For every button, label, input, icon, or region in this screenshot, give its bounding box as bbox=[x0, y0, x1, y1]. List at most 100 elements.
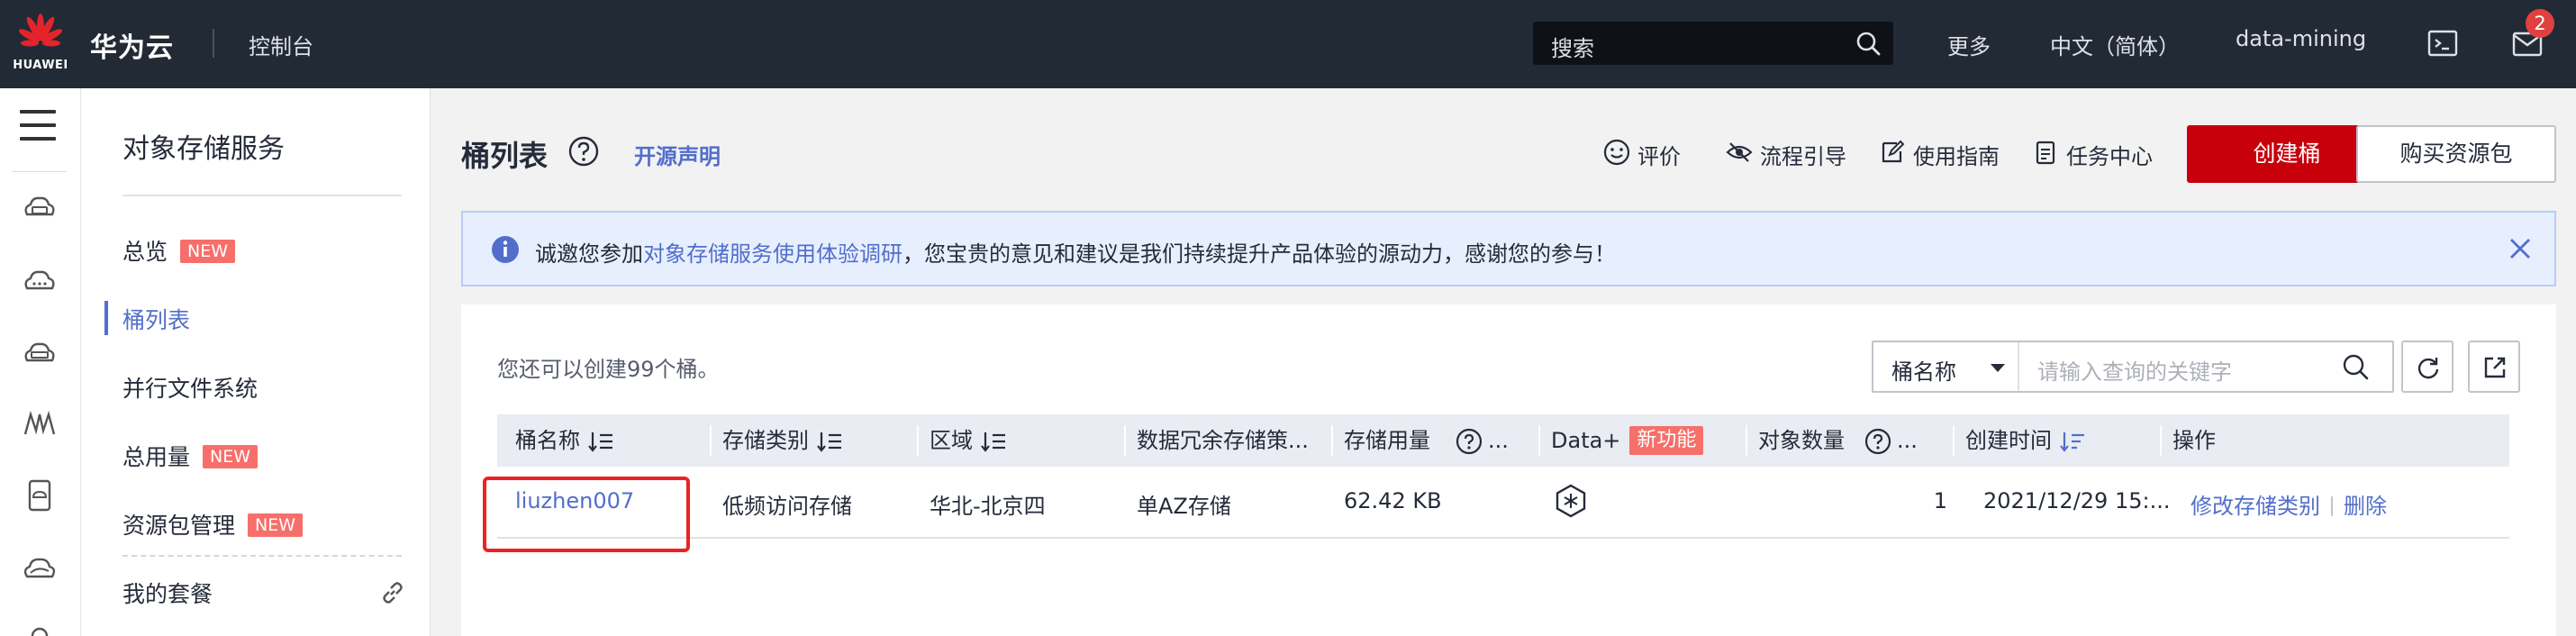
eye-icon bbox=[1726, 142, 1753, 162]
more-service-icon[interactable] bbox=[20, 616, 59, 636]
created-time-cell: 2021/12/29 15:... bbox=[1983, 488, 2171, 513]
divider bbox=[122, 195, 402, 196]
refresh-button[interactable] bbox=[2401, 341, 2454, 393]
storage-service-icon[interactable] bbox=[20, 476, 59, 515]
active-indicator bbox=[104, 301, 108, 335]
open-source-link[interactable]: 开源声明 bbox=[634, 139, 721, 170]
console-link[interactable]: 控制台 bbox=[249, 29, 313, 60]
divider bbox=[13, 171, 67, 172]
column-truncation: ... bbox=[1897, 428, 1918, 453]
sidebar-item-my-package[interactable]: 我的套餐 bbox=[122, 577, 213, 609]
column-label: 存储类别 bbox=[722, 428, 809, 453]
storage-class-cell: 低频访问存储 bbox=[722, 494, 852, 519]
more-menu[interactable]: 更多 bbox=[1947, 29, 1991, 60]
col-region[interactable]: 区域 bbox=[917, 414, 1007, 467]
page-title: 桶列表 bbox=[461, 139, 549, 173]
column-label: 操作 bbox=[2172, 428, 2216, 453]
language-selector[interactable]: 中文（简体） bbox=[2050, 29, 2180, 60]
object-count-cell: 1 bbox=[1933, 488, 1947, 513]
filter-field-value: 桶名称 bbox=[1891, 359, 1956, 385]
network-service-icon[interactable] bbox=[20, 404, 59, 443]
database-service-icon[interactable] bbox=[20, 333, 59, 373]
column-label: 存储用量 bbox=[1344, 428, 1430, 453]
modify-storage-class-link[interactable]: 修改存储类别 bbox=[2191, 494, 2320, 519]
column-label: Data+ bbox=[1551, 428, 1621, 453]
buy-package-button[interactable]: 购买资源包 bbox=[2356, 125, 2556, 183]
usage-cell: 62.42 KB bbox=[1344, 488, 1442, 513]
sidebar-item-package-mgmt[interactable]: 资源包管理 NEW bbox=[122, 508, 304, 541]
search-placeholder: 搜索 bbox=[1551, 36, 1594, 61]
col-object-count: 对象数量... bbox=[1746, 414, 1918, 467]
smile-icon bbox=[1603, 139, 1630, 166]
help-icon[interactable] bbox=[1864, 428, 1891, 455]
service-title: 对象存储服务 bbox=[122, 133, 285, 165]
export-button[interactable] bbox=[2468, 341, 2520, 393]
sidebar-item-label: 我的套餐 bbox=[122, 581, 213, 607]
survey-notice-banner: 诚邀您参加对象存储服务使用体验调研，您宝贵的意见和建议是我们持续提升产品体验的源… bbox=[461, 211, 2556, 286]
caret-down-icon bbox=[1991, 364, 2005, 372]
mail-count-badge: 2 bbox=[2526, 9, 2554, 38]
menu-icon[interactable] bbox=[20, 110, 56, 141]
table-row: liuzhen007 低频访问存储 华北-北京四 单AZ存储 62.42 KB … bbox=[497, 467, 2509, 539]
col-storage-class[interactable]: 存储类别 bbox=[710, 414, 843, 467]
search-icon[interactable] bbox=[1855, 31, 1881, 56]
sidebar-item-label: 总用量 bbox=[122, 444, 191, 470]
sidebar-item-label: 桶列表 bbox=[122, 307, 191, 333]
edit-doc-icon bbox=[1882, 140, 1905, 163]
col-bucket-name[interactable]: 桶名称 bbox=[515, 414, 614, 467]
global-search-input[interactable]: 搜索 bbox=[1533, 22, 1893, 65]
operations-cell: 修改存储类别 删除 bbox=[2191, 488, 2387, 520]
bucket-quota-text: 您还可以创建99个桶。 bbox=[497, 357, 720, 382]
redundancy-cell: 单AZ存储 bbox=[1137, 494, 1231, 519]
sidebar-item-parallel-fs[interactable]: 并行文件系统 bbox=[122, 371, 258, 404]
sort-desc-icon[interactable] bbox=[2059, 430, 2086, 453]
clipboard-icon bbox=[2036, 141, 2055, 165]
survey-link[interactable]: 对象存储服务使用体验调研 bbox=[643, 241, 903, 267]
filter-field-select[interactable]: 桶名称 bbox=[1873, 342, 2019, 391]
highlight-annotation-box bbox=[483, 477, 690, 552]
bucket-list-card: 您还可以创建99个桶。 桶名称 请输入查询的关键字 桶名称 存储类别 区域 数据… bbox=[461, 304, 2556, 636]
notice-text: 诚邀您参加对象存储服务使用体验调研，您宝贵的意见和建议是我们持续提升产品体验的源… bbox=[535, 236, 1616, 268]
obs-sidebar: 对象存储服务 总览 NEW 桶列表 并行文件系统 总用量 NEW 资源包管理 NEW … bbox=[81, 88, 431, 636]
col-created-time[interactable]: 创建时间 bbox=[1953, 414, 2086, 467]
col-operations: 操作 bbox=[2160, 414, 2216, 467]
new-badge: NEW bbox=[180, 240, 236, 263]
user-account[interactable]: data-mining bbox=[2236, 26, 2366, 51]
sidebar-item-label: 总览 bbox=[122, 239, 168, 265]
column-label: 创建时间 bbox=[1965, 428, 2052, 453]
sort-icon[interactable] bbox=[816, 430, 843, 453]
sidebar-item-label: 并行文件系统 bbox=[122, 376, 259, 402]
top-navigation-bar: HUAWEI 华为云 控制台 搜索 更多 中文（简体） data-mining … bbox=[0, 0, 2576, 88]
sidebar-item-overview[interactable]: 总览 NEW bbox=[122, 234, 236, 267]
help-icon[interactable] bbox=[1456, 428, 1483, 455]
column-label: 区域 bbox=[930, 428, 973, 453]
sidebar-item-total-usage[interactable]: 总用量 NEW bbox=[122, 440, 259, 472]
data-plus-icon[interactable] bbox=[1553, 483, 1589, 519]
new-feature-badge: 新功能 bbox=[1629, 426, 1704, 455]
column-label: 数据冗余存储策... bbox=[1137, 428, 1309, 453]
user-guide-label: 使用指南 bbox=[1913, 144, 2000, 169]
sidebar-item-bucket-list[interactable]: 桶列表 bbox=[122, 303, 190, 335]
brand-name[interactable]: 华为云 bbox=[90, 25, 174, 65]
filter-keyword-input[interactable]: 请输入查询的关键字 bbox=[2037, 354, 2232, 386]
delete-link[interactable]: 删除 bbox=[2344, 494, 2387, 519]
divider bbox=[2331, 496, 2333, 516]
export-icon bbox=[2484, 357, 2506, 378]
divider bbox=[213, 29, 214, 58]
cloud-shell-icon[interactable] bbox=[2426, 27, 2459, 59]
compute-service-icon[interactable] bbox=[20, 189, 59, 229]
sort-icon[interactable] bbox=[587, 430, 614, 453]
notice-prefix: 诚邀您参加 bbox=[535, 241, 643, 267]
task-center-label: 任务中心 bbox=[2066, 144, 2153, 169]
cloud-overview-icon[interactable] bbox=[20, 548, 59, 587]
cloud-service-icon[interactable] bbox=[20, 261, 59, 301]
close-icon[interactable] bbox=[2506, 234, 2535, 263]
help-icon[interactable] bbox=[567, 135, 600, 168]
huawei-logo[interactable]: HUAWEI bbox=[13, 13, 68, 72]
service-icon-rail bbox=[0, 88, 81, 636]
refresh-icon bbox=[2417, 358, 2439, 379]
new-badge: NEW bbox=[248, 513, 304, 537]
search-icon[interactable] bbox=[2342, 353, 2369, 380]
external-link-icon[interactable] bbox=[380, 580, 405, 605]
sort-icon[interactable] bbox=[980, 430, 1007, 453]
